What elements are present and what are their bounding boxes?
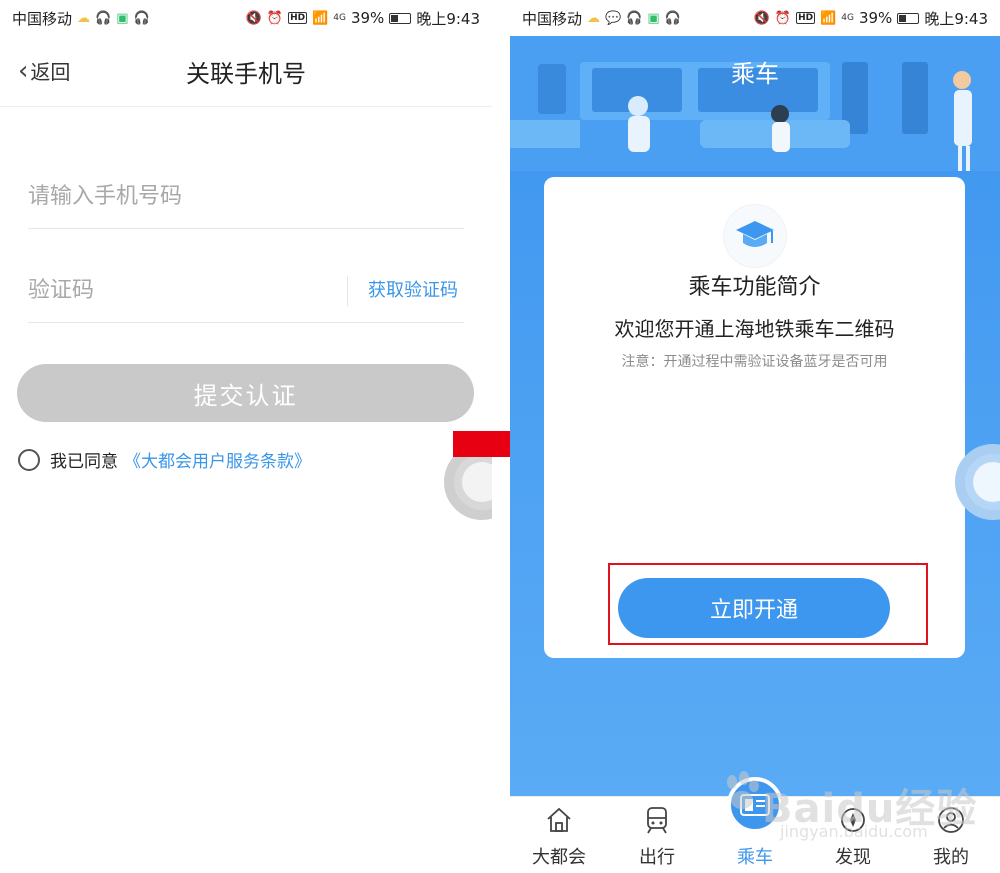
network-type: 4G bbox=[841, 12, 854, 23]
battery-percent: 39% bbox=[858, 9, 893, 27]
phone-input[interactable] bbox=[28, 168, 328, 224]
alarm-icon: ⏰ bbox=[774, 10, 792, 26]
headset-icon: 🎧 bbox=[664, 10, 681, 26]
hd-icon: HD bbox=[288, 12, 308, 24]
clock: 晚上9:43 bbox=[924, 9, 988, 28]
message-icon: 💬 bbox=[605, 10, 622, 26]
status-bar: 中国移动 ☁ 💬 🎧 ▣ 🎧 🔇 ⏰ HD 📶 4G 39% 晚上9:43 bbox=[510, 0, 1000, 36]
hd-icon: HD bbox=[796, 12, 816, 24]
headset-icon: 🎧 bbox=[95, 10, 112, 26]
tab-label: 出行 bbox=[639, 847, 675, 868]
mute-icon: 🔇 bbox=[245, 10, 262, 26]
app-icon: ▣ bbox=[647, 10, 660, 26]
left-screen: 中国移动 ☁ 🎧 ▣ 🎧 🔇 ⏰ HD 📶 4G 39% 晚上9:43 ‹ 返回… bbox=[0, 0, 492, 873]
ride-background: 乘车 乘车功能简介 欢迎您开通上海地铁乘车二维码 注意：开通过程中需验证设备蓝牙… bbox=[510, 36, 1000, 796]
mute-icon: 🔇 bbox=[753, 10, 770, 26]
baidu-watermark: Baidu经验 jingyan.baidu.com bbox=[720, 762, 990, 852]
battery-icon bbox=[389, 12, 412, 24]
headset-icon: 🎧 bbox=[626, 10, 643, 26]
battery-percent: 39% bbox=[350, 9, 385, 27]
carrier-label: 中国移动 bbox=[522, 9, 583, 28]
headset-icon: 🎧 bbox=[133, 10, 150, 26]
card-title: 乘车功能简介 bbox=[688, 275, 821, 300]
agree-radio[interactable] bbox=[18, 448, 40, 471]
paw-icon bbox=[727, 771, 759, 809]
highlight-box bbox=[608, 563, 928, 645]
carrier-label: 中国移动 bbox=[12, 9, 73, 28]
home-icon bbox=[547, 807, 571, 832]
right-screen: 中国移动 ☁ 💬 🎧 ▣ 🎧 🔇 ⏰ HD 📶 4G 39% 晚上9:43 乘车… bbox=[510, 0, 1000, 873]
weather-icon: ☁ bbox=[77, 10, 91, 26]
tab-travel[interactable]: 出行 bbox=[608, 797, 706, 873]
clock: 晚上9:43 bbox=[416, 9, 480, 28]
battery-icon bbox=[897, 12, 920, 24]
network-type: 4G bbox=[333, 12, 346, 23]
agreement-row: 我已同意 《大都会用户服务条款》 bbox=[18, 447, 311, 472]
nav-bar: ‹ 返回 关联手机号 bbox=[0, 36, 492, 107]
alarm-icon: ⏰ bbox=[266, 10, 284, 26]
verification-code-input[interactable] bbox=[28, 262, 328, 318]
wifi-icon: 📶 bbox=[820, 10, 837, 26]
status-bar: 中国移动 ☁ 🎧 ▣ 🎧 🔇 ⏰ HD 📶 4G 39% 晚上9:43 bbox=[0, 0, 492, 36]
train-icon bbox=[647, 807, 667, 834]
page-title: 关联手机号 bbox=[186, 60, 306, 88]
agree-text: 我已同意 bbox=[50, 452, 118, 472]
card-subtitle: 欢迎您开通上海地铁乘车二维码 bbox=[614, 317, 895, 341]
phone-field bbox=[28, 168, 464, 229]
watermark-url: jingyan.baidu.com bbox=[780, 822, 928, 841]
ride-page-title: 乘车 bbox=[731, 60, 779, 88]
wifi-icon: 📶 bbox=[312, 10, 329, 26]
weather-icon: ☁ bbox=[587, 10, 601, 26]
terms-link[interactable]: 《大都会用户服务条款》 bbox=[124, 447, 311, 472]
tab-metropolis[interactable]: 大都会 bbox=[510, 797, 608, 873]
app-icon: ▣ bbox=[116, 10, 129, 26]
get-code-button[interactable]: 获取验证码 bbox=[347, 276, 458, 306]
card-note: 注意：开通过程中需验证设备蓝牙是否可用 bbox=[621, 354, 888, 370]
code-field: 获取验证码 bbox=[28, 262, 464, 323]
submit-button[interactable]: 提交认证 bbox=[17, 364, 474, 422]
tab-label: 大都会 bbox=[532, 847, 586, 868]
graduation-cap-icon bbox=[724, 205, 786, 267]
